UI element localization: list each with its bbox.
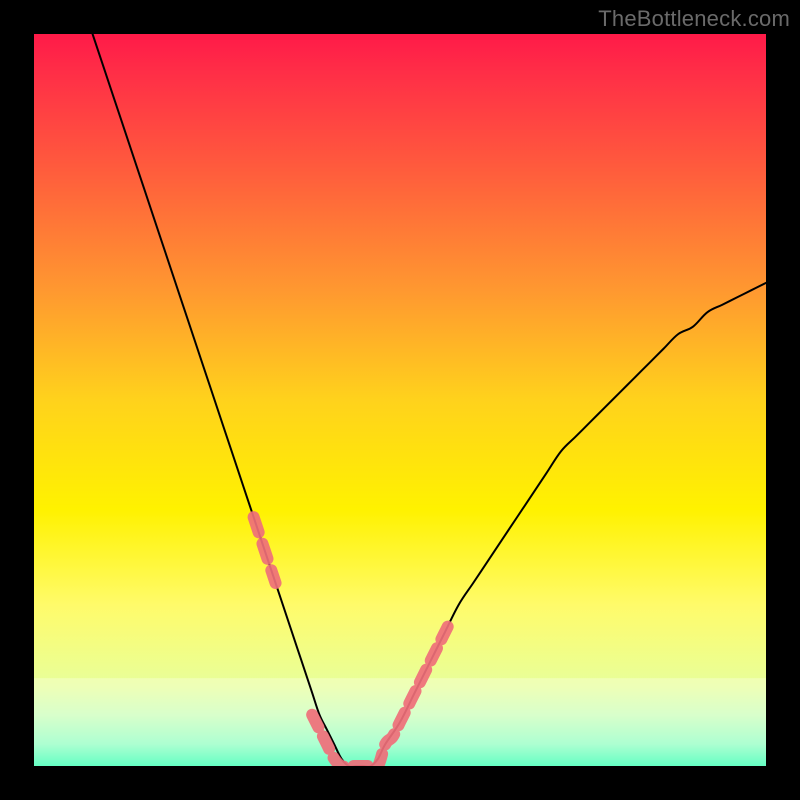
plot-area bbox=[34, 34, 766, 766]
gradient-background bbox=[34, 34, 766, 766]
chart-stage: TheBottleneck.com bbox=[0, 0, 800, 800]
watermark-text: TheBottleneck.com bbox=[598, 6, 790, 32]
chart-svg bbox=[34, 34, 766, 766]
